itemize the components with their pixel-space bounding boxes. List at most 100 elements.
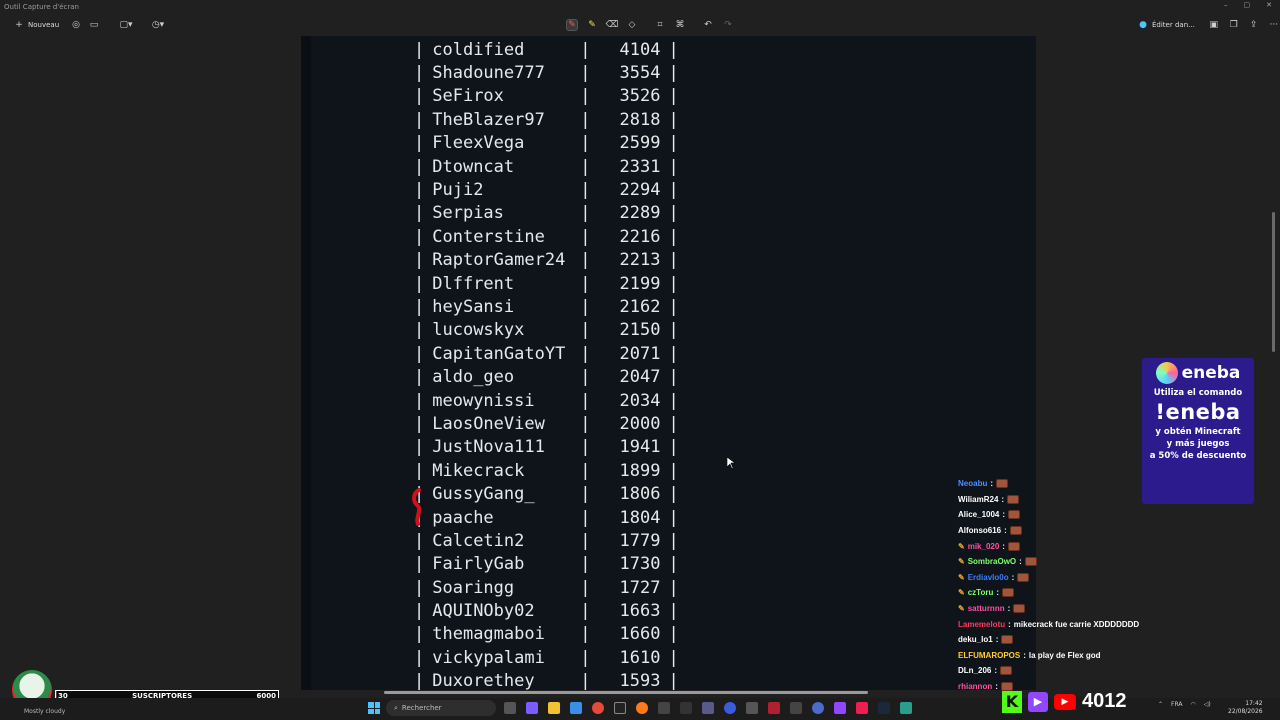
row-separator: | [668, 226, 679, 247]
chat-username: Lamemelotu [958, 619, 1006, 629]
search-placeholder: Rechercher [401, 704, 442, 712]
shapes-icon[interactable]: ◇ [626, 19, 638, 31]
player-score: 1941 [619, 437, 661, 458]
pen-icon[interactable]: ✎ [566, 19, 578, 31]
row-separator: | [580, 86, 591, 107]
row-separator: | [580, 460, 591, 481]
player-score: 2289 [619, 203, 661, 224]
row-separator: | [414, 554, 425, 575]
player-score: 1727 [619, 577, 661, 598]
leaderboard-row: | TheBlazer97 | 2818 | [414, 108, 679, 131]
chat-emote-icon [1013, 604, 1026, 614]
snipping-tool-icon[interactable] [658, 702, 670, 714]
wifi-icon[interactable]: ◠ [1191, 701, 1196, 708]
timer-icon[interactable]: ◷▾ [152, 19, 164, 31]
task-view-icon[interactable] [504, 702, 516, 714]
badge-pen-icon: ✎ [958, 557, 965, 567]
chat-separator: : [1011, 572, 1015, 582]
app-icon-13[interactable] [768, 702, 780, 714]
crop-icon[interactable]: ⌗ [654, 19, 666, 31]
player-score: 2071 [619, 343, 661, 364]
weather-status[interactable]: Mostly cloudy [24, 708, 65, 715]
row-separator: | [668, 203, 679, 224]
maximize-button[interactable]: ▢ [1244, 1, 1251, 9]
stream-viewers-widget: K ▶ ▶ 4012 [1002, 690, 1127, 713]
app-icon-9[interactable] [680, 702, 692, 714]
undo-icon[interactable]: ↶ [702, 19, 714, 31]
volume-icon[interactable]: ◁) [1204, 701, 1211, 708]
chat-username: Alice_1004 [958, 510, 1000, 520]
player-score: 1779 [619, 530, 661, 551]
share-icon[interactable]: ⇪ [1248, 19, 1260, 31]
player-name: SeFirox [432, 86, 504, 107]
chat-message: Alice_1004: [958, 507, 1158, 523]
row-separator: | [414, 133, 425, 154]
chat-message: ELFUMAROPOS: la play de Flex god [958, 648, 1158, 664]
horizontal-scrollbar[interactable] [384, 691, 868, 694]
row-separator: | [414, 86, 425, 107]
row-separator: | [668, 413, 679, 434]
player-score: 3526 [619, 86, 661, 107]
camera-icon[interactable]: ◎ [70, 19, 82, 31]
rectangle-mode-icon[interactable]: ▢▾ [119, 19, 132, 31]
row-separator: | [580, 624, 591, 645]
language-indicator[interactable]: FRA [1171, 701, 1182, 708]
player-score: 1610 [619, 647, 661, 668]
chevron-up-icon[interactable]: ⌃ [1158, 701, 1163, 708]
player-name: Shadoune777 [432, 63, 545, 84]
row-separator: | [668, 460, 679, 481]
chat-app-icon[interactable] [526, 702, 538, 714]
player-score: 2047 [619, 367, 661, 388]
taskbar-clock[interactable]: 17:42 22/08/2026 [1228, 700, 1263, 716]
app-icon-15[interactable] [812, 702, 824, 714]
app-icon-11[interactable] [724, 702, 736, 714]
row-separator: | [580, 437, 591, 458]
app-icon-14[interactable] [790, 702, 802, 714]
edit-in-paint-button[interactable]: ● Éditer dan... [1132, 17, 1200, 33]
player-name: meowynissi [432, 390, 535, 411]
minimize-button[interactable]: – [1224, 1, 1228, 9]
row-separator: | [580, 133, 591, 154]
start-button-icon[interactable] [368, 702, 380, 714]
eraser-icon[interactable]: ⌫ [606, 19, 619, 31]
player-score: 1663 [619, 601, 661, 622]
chat-emote-icon [1017, 572, 1030, 582]
clock-time: 17:42 [1245, 700, 1263, 707]
vertical-scrollbar[interactable] [1272, 212, 1275, 352]
text-actions-icon[interactable]: ⌘ [674, 19, 686, 31]
capture-mode-group: ◎ ▭ ▢▾ ◷▾ [70, 19, 164, 31]
steam-icon[interactable] [878, 702, 890, 714]
player-name: vickypalami [432, 647, 545, 668]
close-button[interactable]: ✕ [1266, 1, 1272, 9]
player-name: FairlyGab [432, 554, 525, 575]
chat-emote-icon [1007, 494, 1020, 504]
row-separator: | [668, 86, 679, 107]
firefox-icon[interactable] [636, 702, 648, 714]
row-separator: | [668, 250, 679, 271]
app-icon-19[interactable] [900, 702, 912, 714]
chat-message: ✎ mik_020: [958, 538, 1158, 554]
obs-icon[interactable] [614, 702, 626, 714]
chrome-icon[interactable] [592, 702, 604, 714]
app-icon-10[interactable] [702, 702, 714, 714]
player-name: AQUINOby02 [432, 601, 535, 622]
file-explorer-icon[interactable] [548, 702, 560, 714]
redo-icon[interactable]: ↷ [722, 19, 734, 31]
twitch-app-icon[interactable] [834, 702, 846, 714]
leaderboard-row: | FleexVega | 2599 | [414, 132, 679, 155]
row-separator: | [580, 530, 591, 551]
video-icon[interactable]: ▭ [88, 19, 100, 31]
save-icon[interactable]: ▣ [1208, 19, 1220, 31]
copy-icon[interactable]: ❐ [1228, 19, 1240, 31]
taskbar-search[interactable]: ⌕ Rechercher [386, 700, 496, 716]
row-separator: | [668, 437, 679, 458]
tiktok-icon[interactable] [856, 702, 868, 714]
row-separator: | [414, 296, 425, 317]
more-options-button[interactable]: ··· [1268, 19, 1280, 31]
new-capture-button[interactable]: + Nouveau [8, 17, 64, 33]
player-name: Puji2 [432, 180, 484, 201]
store-icon[interactable] [570, 702, 582, 714]
chat-separator: : [990, 479, 994, 489]
app-icon-12[interactable] [746, 702, 758, 714]
highlighter-icon[interactable]: ✎ [586, 19, 598, 31]
